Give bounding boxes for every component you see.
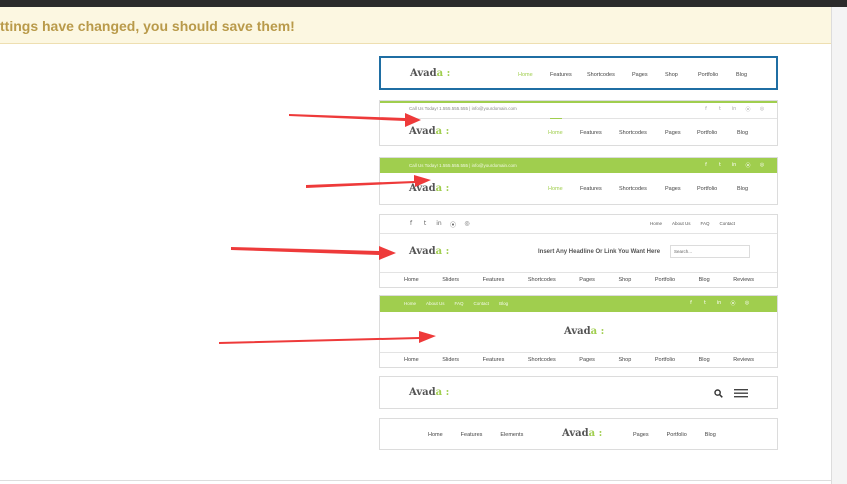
arrow-3 xyxy=(231,246,396,260)
app-root: ttings have changed, you should save the… xyxy=(0,0,847,484)
annotation-arrows xyxy=(219,113,436,344)
arrow-2 xyxy=(306,175,431,188)
arrow-1 xyxy=(289,113,421,127)
arrow-4 xyxy=(219,331,436,344)
